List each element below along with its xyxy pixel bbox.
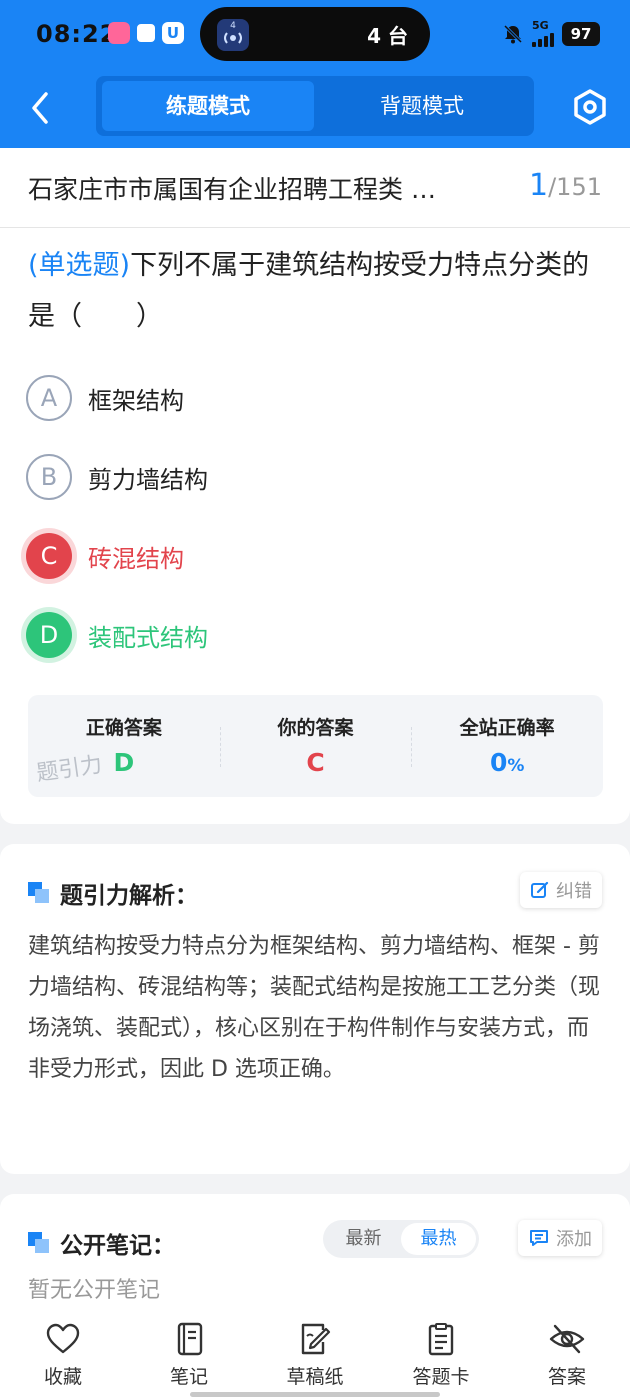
notebook-icon: [177, 1322, 203, 1356]
favorite-button[interactable]: 收藏: [0, 1314, 126, 1400]
island-badge: 4: [230, 21, 236, 31]
paper-title-bar: 石家庄市市属国有企业招聘工程类 … 1/151: [0, 148, 630, 228]
accuracy-rate-unit: %: [507, 756, 525, 776]
favorite-label: 收藏: [43, 1366, 82, 1388]
notes-button[interactable]: 笔记: [126, 1314, 252, 1400]
your-answer-value: C: [306, 748, 325, 777]
accuracy-rate-label: 全站正确率: [459, 717, 555, 739]
current-question-number: 1: [529, 168, 549, 203]
analysis-header: 题引力解析：: [28, 876, 198, 910]
total-question-count: /151: [548, 173, 602, 201]
broadcast-icon: 4: [217, 19, 249, 51]
option-letter: B: [26, 454, 72, 500]
status-time: 08:22: [36, 20, 118, 48]
option-text: 框架结构: [88, 386, 184, 415]
analysis-card: 题引力解析： 纠错 建筑结构按受力特点分为框架结构、剪力墙结构、框架 - 剪力墙…: [0, 844, 630, 1174]
option-a[interactable]: A 框架结构: [26, 374, 184, 422]
option-text: 剪力墙结构: [88, 465, 208, 494]
shield-app-icon: U: [162, 22, 184, 44]
chevron-left-icon: [32, 92, 48, 124]
network-type: 5G: [532, 19, 549, 32]
draft-paper-button[interactable]: 草稿纸: [252, 1314, 378, 1400]
heart-icon: [46, 1323, 80, 1354]
add-note-label: 添加: [556, 1229, 592, 1250]
draft-paper-icon: [301, 1323, 331, 1355]
accuracy-rate-number: 0: [489, 748, 508, 777]
report-error-button[interactable]: 纠错: [520, 872, 602, 908]
option-letter: C: [26, 533, 72, 579]
bottom-toolbar: 收藏 笔记 草稿纸 答题卡 答案: [0, 1314, 630, 1400]
tab-recite-mode[interactable]: 背题模式: [316, 81, 528, 131]
status-bar: 08:22 U 4 4 台 5G 97: [0, 0, 630, 68]
correct-answer-label: 正确答案: [85, 717, 162, 739]
bilibili-app-icon: [108, 22, 130, 44]
report-error-label: 纠错: [556, 881, 592, 902]
status-indicators: 5G 97: [502, 20, 600, 47]
your-answer-block: 你的答案 C: [219, 695, 412, 797]
notes-title: 公开笔记：: [60, 1233, 175, 1259]
empty-notes-text: 暂无公开笔记: [28, 1278, 161, 1303]
answer-sheet-icon: [428, 1323, 454, 1356]
question-card: (单选题)下列不属于建筑结构按受力特点分类的是（ ） A 框架结构 B 剪力墙结…: [0, 228, 630, 824]
analysis-title: 题引力解析：: [60, 883, 198, 909]
accuracy-rate-value: 0%: [411, 748, 603, 777]
back-button[interactable]: [22, 88, 58, 128]
top-header: 08:22 U 4 4 台 5G 97 练题模式 背题模式: [0, 0, 630, 148]
section-squares-icon: [28, 1232, 50, 1254]
settings-hexagon-icon: [574, 89, 606, 125]
option-b[interactable]: B 剪力墙结构: [26, 453, 208, 501]
notes-label: 笔记: [169, 1366, 208, 1388]
draft-paper-label: 草稿纸: [286, 1366, 344, 1388]
battery-indicator: 97: [562, 21, 600, 46]
option-text: 砖混结构: [88, 544, 184, 573]
answer-summary: 正确答案 D 题引力 你的答案 C 全站正确率 0%: [28, 695, 603, 797]
mute-bell-icon: [503, 24, 523, 43]
correct-answer-block: 正确答案 D 题引力: [28, 695, 220, 797]
signal-indicator: 5G: [532, 20, 554, 47]
add-note-button[interactable]: 添加: [518, 1220, 602, 1256]
paper-title[interactable]: 石家庄市市属国有企业招聘工程类 …: [28, 170, 508, 206]
option-text: 装配式结构: [88, 623, 208, 652]
tab-practice-mode[interactable]: 练题模式: [102, 81, 314, 131]
notes-header: 公开笔记：: [28, 1226, 175, 1260]
home-indicator[interactable]: [190, 1392, 440, 1397]
option-letter: D: [26, 612, 72, 658]
option-c[interactable]: C 砖混结构: [26, 532, 184, 580]
comment-icon: [530, 1230, 548, 1246]
answer-sheet-button[interactable]: 答题卡: [378, 1314, 504, 1400]
sort-newest-button[interactable]: 最新: [326, 1223, 401, 1255]
notes-sort-toggle: 最新 最热: [323, 1220, 479, 1258]
edit-icon: [531, 881, 549, 898]
show-answer-button[interactable]: 答案: [504, 1314, 630, 1400]
show-answer-label: 答案: [547, 1366, 586, 1388]
island-text: 4 台: [367, 24, 408, 48]
chat-app-icon: [135, 22, 157, 44]
signal-bars-icon: [532, 31, 554, 47]
question-type: (单选题): [28, 250, 131, 281]
your-answer-label: 你的答案: [277, 717, 354, 739]
dynamic-island[interactable]: 4 4 台: [200, 7, 430, 61]
settings-button[interactable]: [572, 88, 608, 126]
answer-sheet-label: 答题卡: [412, 1366, 470, 1388]
section-squares-icon: [28, 882, 50, 904]
accuracy-rate-block: 全站正确率 0%: [411, 695, 603, 797]
question-stem: (单选题)下列不属于建筑结构按受力特点分类的是（ ）: [28, 240, 608, 342]
option-letter: A: [26, 375, 72, 421]
mode-switch: 练题模式 背题模式: [96, 76, 534, 136]
question-counter[interactable]: 1/151: [529, 168, 602, 203]
option-d[interactable]: D 装配式结构: [26, 611, 208, 659]
sort-hottest-button[interactable]: 最热: [401, 1223, 476, 1255]
eye-hidden-icon: [549, 1324, 585, 1354]
analysis-text: 建筑结构按受力特点分为框架结构、剪力墙结构、框架 - 剪力墙结构、砖混结构等；装…: [28, 934, 601, 1082]
